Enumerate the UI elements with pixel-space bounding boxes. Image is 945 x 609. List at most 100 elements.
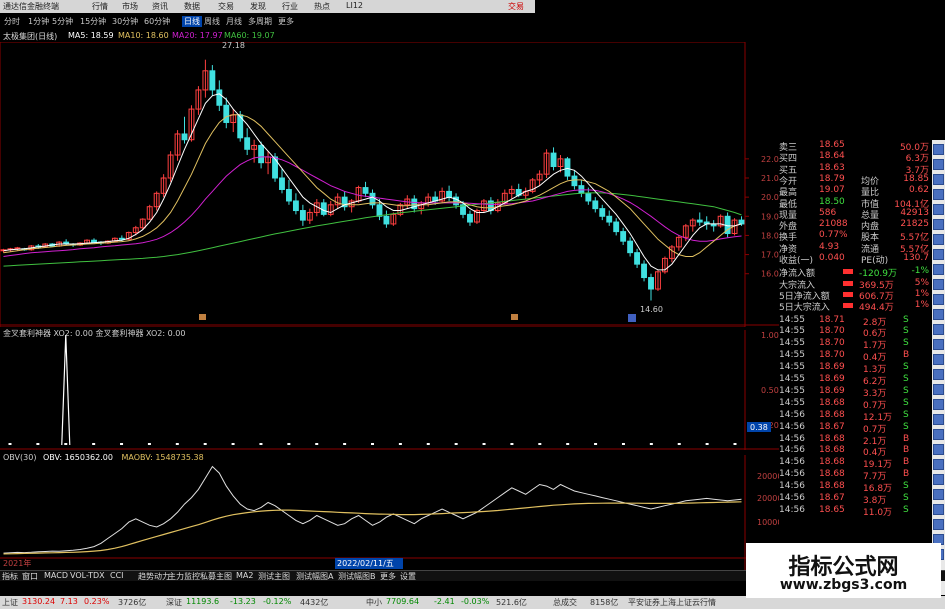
indicator-tab-4[interactable]: CCI: [110, 571, 124, 580]
flow-row: 5日大宗流入 494.4万 1%: [779, 300, 929, 313]
menu-item-7[interactable]: 热点: [314, 1, 330, 12]
tool-icon[interactable]: [933, 144, 944, 155]
quote-label: 收益(一): [779, 256, 814, 266]
tool-icon[interactable]: [933, 249, 944, 260]
timeframe-tab-4[interactable]: 30分钟: [112, 16, 138, 27]
tool-icon[interactable]: [933, 219, 944, 230]
trade-side: B: [903, 457, 910, 468]
trade-row: 14:56 18.68 2.1万 B: [779, 433, 929, 447]
timeframe-tab-2[interactable]: 5分钟: [52, 16, 73, 27]
trade-row: 14:56 18.67 0.7万 S: [779, 422, 929, 435]
indicator-tab-0[interactable]: 指标: [2, 571, 18, 582]
timeframe-tab-5[interactable]: 60分钟: [144, 16, 170, 27]
indicator-tab-6[interactable]: 主力监控: [168, 571, 200, 582]
tool-icon[interactable]: [933, 399, 944, 410]
tool-icon[interactable]: [933, 414, 944, 425]
price-chart[interactable]: 22.00 21.00 20.00 19.00 18.00 17.00 16.00 27.1…: [0, 42, 779, 327]
tool-icon[interactable]: [933, 519, 944, 530]
tool-icon[interactable]: [933, 309, 944, 320]
timeframe-tab-9[interactable]: 多周期: [248, 16, 272, 27]
timeframe-tab-10[interactable]: 更多: [278, 16, 294, 27]
tool-icon[interactable]: [933, 369, 944, 380]
tool-icon[interactable]: [933, 324, 944, 335]
broker-name: 平安证券上海上证云行情: [628, 598, 716, 607]
trade-row: 14:55 18.69 3.3万 S: [779, 385, 929, 399]
indicator-chart[interactable]: 1.000.500.200.38: [0, 330, 779, 450]
flow-row: 大宗流入 369.5万 5%: [779, 278, 929, 291]
menu-item-4[interactable]: 交易: [218, 1, 234, 12]
indicator-tab-9[interactable]: 测试主图: [258, 571, 290, 582]
sh-value: 3130.24: [22, 597, 56, 606]
tool-icon[interactable]: [933, 384, 944, 395]
tool-icon[interactable]: [933, 429, 944, 440]
indicator-tab-1[interactable]: 窗口: [22, 571, 38, 582]
quote-extra-value: 42913: [900, 207, 929, 218]
sz-value: 11193.6: [186, 597, 220, 606]
indicator-tab-7[interactable]: 私募主图: [200, 571, 232, 582]
indicator-dot: [203, 443, 207, 445]
menu-item-3[interactable]: 数据: [184, 1, 200, 12]
trade-price: 18.69: [819, 385, 845, 396]
tool-icon[interactable]: [933, 339, 944, 350]
menu-item-5[interactable]: 发现: [250, 1, 266, 12]
menu-item-8[interactable]: LI12: [346, 1, 363, 10]
timeframe-tab-7[interactable]: 周线: [204, 16, 220, 27]
menu-item-2[interactable]: 资讯: [152, 1, 168, 12]
timeframe-tab-8[interactable]: 月线: [226, 16, 242, 27]
candle-body: [571, 175, 578, 187]
indicator-dot: [649, 443, 653, 445]
tool-icon[interactable]: [933, 174, 944, 185]
tool-icon[interactable]: [933, 204, 944, 215]
trade-time: 14:56: [779, 504, 805, 515]
tool-icon[interactable]: [933, 504, 944, 515]
timeframe-tab-6[interactable]: 日线: [182, 16, 202, 27]
flow-pct: 1%: [914, 300, 929, 311]
menu-item-1[interactable]: 市场: [122, 1, 138, 12]
tool-icon[interactable]: [933, 354, 944, 365]
ma-legend: 太极集团(日线) MA5: 18.59 MA10: 18.60 MA20: 17…: [0, 30, 745, 42]
trade-side: S: [903, 362, 909, 373]
ma10-label: MA10: 18.60: [118, 31, 169, 40]
indicator-dot: [36, 443, 40, 445]
tool-icon[interactable]: [933, 294, 944, 305]
indicator-tab-8[interactable]: MA2: [236, 571, 253, 580]
tool-icon[interactable]: [933, 279, 944, 290]
indicator-spike: [61, 334, 71, 446]
candle-body: [641, 263, 647, 279]
timeframe-tab-3[interactable]: 15分钟: [80, 16, 106, 27]
timeframe-tab-1[interactable]: 1分钟: [28, 16, 49, 27]
trade-row: 14:55 18.70 0.4万 B: [779, 350, 929, 363]
tool-icon[interactable]: [933, 189, 944, 200]
menu-item-6[interactable]: 行业: [282, 1, 298, 12]
tool-icon[interactable]: [933, 489, 944, 500]
event-marker-icon: [199, 314, 206, 320]
tool-icon[interactable]: [933, 264, 944, 275]
obv-chart[interactable]: 20000 20000 10000 2021年 2022/02/11/五: [0, 455, 779, 570]
indicator-tab-3[interactable]: VOL-TDX: [70, 571, 105, 580]
menu-item-0[interactable]: 行情: [92, 1, 108, 12]
quote-row: 换手 0.77% 股本 5.57亿: [779, 230, 929, 243]
tool-icon[interactable]: [933, 474, 944, 485]
trade-time: 14:56: [779, 433, 805, 444]
tool-icon[interactable]: [933, 444, 944, 455]
tool-icon[interactable]: [933, 234, 944, 245]
indicator-tab-12[interactable]: 更多: [380, 571, 396, 582]
flow-pct: 1%: [914, 288, 929, 299]
candle-body: [592, 200, 599, 210]
tool-icon[interactable]: [933, 459, 944, 470]
trade-row: 14:56 18.65 11.0万 S: [779, 504, 929, 518]
indicator-tab-13[interactable]: 设置: [400, 571, 416, 582]
ma60-label: MA60: 19.07: [224, 31, 275, 40]
indicator-plot: [8, 334, 737, 446]
tool-icon[interactable]: [933, 159, 944, 170]
quote-row: 净资 4.93 流通 5.57亿: [779, 242, 929, 255]
indicator-tab-10[interactable]: 测试幅图A: [296, 571, 333, 582]
trade-link[interactable]: 交易: [508, 1, 524, 12]
indicator-tab-2[interactable]: MACD: [44, 571, 68, 580]
indicator-tab-11[interactable]: 测试幅图B: [338, 571, 376, 582]
trade-price: 18.69: [819, 362, 845, 373]
trade-price: 18.68: [819, 397, 845, 408]
timeframe-tab-0[interactable]: 分时: [4, 16, 20, 27]
obv-line: [3, 465, 742, 554]
indicator-tab-5[interactable]: 趋势动力: [138, 571, 170, 582]
